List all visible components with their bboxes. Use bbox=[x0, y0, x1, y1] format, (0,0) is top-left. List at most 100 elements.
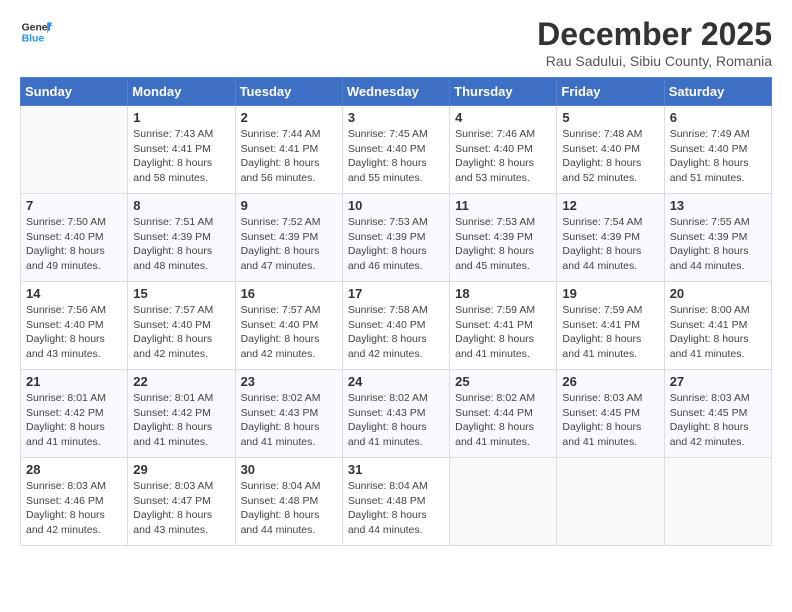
weekday-header: Monday bbox=[128, 78, 235, 106]
weekday-header: Tuesday bbox=[235, 78, 342, 106]
day-number: 23 bbox=[241, 374, 337, 389]
calendar-cell: 13 Sunrise: 7:55 AMSunset: 4:39 PMDayligh… bbox=[664, 194, 771, 282]
day-number: 5 bbox=[562, 110, 658, 125]
day-number: 10 bbox=[348, 198, 444, 213]
day-number: 11 bbox=[455, 198, 551, 213]
calendar-cell: 20Sunrise: 8:00 AMSunset: 4:41 PMDayligh… bbox=[664, 282, 771, 370]
calendar-cell: 5 Sunrise: 7:48 AMSunset: 4:40 PMDaylight… bbox=[557, 106, 664, 194]
day-number: 29 bbox=[133, 462, 229, 477]
logo: General Blue bbox=[20, 16, 52, 48]
day-info: Sunrise: 8:03 AMSunset: 4:45 PMDaylight:… bbox=[670, 391, 766, 450]
weekday-header: Saturday bbox=[664, 78, 771, 106]
day-number: 18 bbox=[455, 286, 551, 301]
day-info: Sunrise: 7:45 AMSunset: 4:40 PMDaylight:… bbox=[348, 127, 444, 186]
day-info: Sunrise: 7:49 AMSunset: 4:40 PMDaylight:… bbox=[670, 127, 766, 186]
calendar-cell: 7 Sunrise: 7:50 AMSunset: 4:40 PMDaylight… bbox=[21, 194, 128, 282]
day-number: 25 bbox=[455, 374, 551, 389]
calendar-cell: 1 Sunrise: 7:43 AMSunset: 4:41 PMDaylight… bbox=[128, 106, 235, 194]
title-block: December 2025 Rau Sadului, Sibiu County,… bbox=[537, 16, 772, 69]
day-info: Sunrise: 8:04 AMSunset: 4:48 PMDaylight:… bbox=[241, 479, 337, 538]
calendar-cell: 27 Sunrise: 8:03 AMSunset: 4:45 PMDayligh… bbox=[664, 370, 771, 458]
day-info: Sunrise: 7:46 AMSunset: 4:40 PMDaylight:… bbox=[455, 127, 551, 186]
day-info: Sunrise: 7:57 AMSunset: 4:40 PMDaylight:… bbox=[241, 303, 337, 362]
calendar-cell bbox=[450, 458, 557, 546]
day-number: 19 bbox=[562, 286, 658, 301]
logo-icon: General Blue bbox=[20, 16, 52, 48]
calendar-week-row: 7 Sunrise: 7:50 AMSunset: 4:40 PMDaylight… bbox=[21, 194, 772, 282]
day-number: 1 bbox=[133, 110, 229, 125]
day-info: Sunrise: 7:54 AMSunset: 4:39 PMDaylight:… bbox=[562, 215, 658, 274]
day-number: 27 bbox=[670, 374, 766, 389]
day-info: Sunrise: 7:55 AMSunset: 4:39 PMDaylight:… bbox=[670, 215, 766, 274]
day-number: 13 bbox=[670, 198, 766, 213]
calendar-cell bbox=[664, 458, 771, 546]
calendar-cell: 24 Sunrise: 8:02 AMSunset: 4:43 PMDayligh… bbox=[342, 370, 449, 458]
day-info: Sunrise: 8:01 AMSunset: 4:42 PMDaylight:… bbox=[133, 391, 229, 450]
day-info: Sunrise: 8:03 AMSunset: 4:47 PMDaylight:… bbox=[133, 479, 229, 538]
calendar-week-row: 21 Sunrise: 8:01 AMSunset: 4:42 PMDayligh… bbox=[21, 370, 772, 458]
day-info: Sunrise: 7:43 AMSunset: 4:41 PMDaylight:… bbox=[133, 127, 229, 186]
day-number: 17 bbox=[348, 286, 444, 301]
day-number: 4 bbox=[455, 110, 551, 125]
day-number: 2 bbox=[241, 110, 337, 125]
day-number: 15 bbox=[133, 286, 229, 301]
weekday-header-row: SundayMondayTuesdayWednesdayThursdayFrid… bbox=[21, 78, 772, 106]
day-number: 8 bbox=[133, 198, 229, 213]
day-number: 9 bbox=[241, 198, 337, 213]
calendar-cell: 25 Sunrise: 8:02 AMSunset: 4:44 PMDayligh… bbox=[450, 370, 557, 458]
day-info: Sunrise: 7:58 AMSunset: 4:40 PMDaylight:… bbox=[348, 303, 444, 362]
day-number: 16 bbox=[241, 286, 337, 301]
day-info: Sunrise: 7:57 AMSunset: 4:40 PMDaylight:… bbox=[133, 303, 229, 362]
weekday-header: Thursday bbox=[450, 78, 557, 106]
day-number: 28 bbox=[26, 462, 122, 477]
day-info: Sunrise: 8:02 AMSunset: 4:43 PMDaylight:… bbox=[241, 391, 337, 450]
calendar-week-row: 28 Sunrise: 8:03 AMSunset: 4:46 PMDayligh… bbox=[21, 458, 772, 546]
weekday-header: Friday bbox=[557, 78, 664, 106]
day-info: Sunrise: 7:56 AMSunset: 4:40 PMDaylight:… bbox=[26, 303, 122, 362]
calendar-cell: 23 Sunrise: 8:02 AMSunset: 4:43 PMDayligh… bbox=[235, 370, 342, 458]
month-title: December 2025 bbox=[537, 16, 772, 53]
calendar-cell: 15 Sunrise: 7:57 AMSunset: 4:40 PMDayligh… bbox=[128, 282, 235, 370]
calendar-cell: 9Sunrise: 7:52 AMSunset: 4:39 PMDaylight… bbox=[235, 194, 342, 282]
day-info: Sunrise: 7:48 AMSunset: 4:40 PMDaylight:… bbox=[562, 127, 658, 186]
calendar-cell: 6 Sunrise: 7:49 AMSunset: 4:40 PMDaylight… bbox=[664, 106, 771, 194]
day-number: 3 bbox=[348, 110, 444, 125]
calendar-cell: 18 Sunrise: 7:59 AMSunset: 4:41 PMDayligh… bbox=[450, 282, 557, 370]
day-number: 14 bbox=[26, 286, 122, 301]
day-info: Sunrise: 7:44 AMSunset: 4:41 PMDaylight:… bbox=[241, 127, 337, 186]
calendar-cell: 2 Sunrise: 7:44 AMSunset: 4:41 PMDaylight… bbox=[235, 106, 342, 194]
day-number: 21 bbox=[26, 374, 122, 389]
day-info: Sunrise: 7:53 AMSunset: 4:39 PMDaylight:… bbox=[455, 215, 551, 274]
day-number: 24 bbox=[348, 374, 444, 389]
day-info: Sunrise: 7:51 AMSunset: 4:39 PMDaylight:… bbox=[133, 215, 229, 274]
calendar-week-row: 14 Sunrise: 7:56 AMSunset: 4:40 PMDayligh… bbox=[21, 282, 772, 370]
calendar-cell bbox=[557, 458, 664, 546]
day-info: Sunrise: 8:02 AMSunset: 4:43 PMDaylight:… bbox=[348, 391, 444, 450]
calendar-cell: 31Sunrise: 8:04 AMSunset: 4:48 PMDayligh… bbox=[342, 458, 449, 546]
calendar-cell: 17 Sunrise: 7:58 AMSunset: 4:40 PMDayligh… bbox=[342, 282, 449, 370]
day-info: Sunrise: 7:50 AMSunset: 4:40 PMDaylight:… bbox=[26, 215, 122, 274]
day-number: 7 bbox=[26, 198, 122, 213]
calendar-cell: 28 Sunrise: 8:03 AMSunset: 4:46 PMDayligh… bbox=[21, 458, 128, 546]
day-info: Sunrise: 8:01 AMSunset: 4:42 PMDaylight:… bbox=[26, 391, 122, 450]
calendar-cell: 4 Sunrise: 7:46 AMSunset: 4:40 PMDaylight… bbox=[450, 106, 557, 194]
day-info: Sunrise: 7:59 AMSunset: 4:41 PMDaylight:… bbox=[455, 303, 551, 362]
weekday-header: Wednesday bbox=[342, 78, 449, 106]
calendar-cell: 11 Sunrise: 7:53 AMSunset: 4:39 PMDayligh… bbox=[450, 194, 557, 282]
svg-text:Blue: Blue bbox=[22, 34, 45, 45]
calendar-cell: 3 Sunrise: 7:45 AMSunset: 4:40 PMDaylight… bbox=[342, 106, 449, 194]
calendar-cell: 26Sunrise: 8:03 AMSunset: 4:45 PMDayligh… bbox=[557, 370, 664, 458]
day-number: 30 bbox=[241, 462, 337, 477]
calendar-cell: 10Sunrise: 7:53 AMSunset: 4:39 PMDayligh… bbox=[342, 194, 449, 282]
location: Rau Sadului, Sibiu County, Romania bbox=[537, 53, 772, 69]
day-info: Sunrise: 8:00 AMSunset: 4:41 PMDaylight:… bbox=[670, 303, 766, 362]
calendar-cell: 19Sunrise: 7:59 AMSunset: 4:41 PMDayligh… bbox=[557, 282, 664, 370]
day-info: Sunrise: 8:03 AMSunset: 4:46 PMDaylight:… bbox=[26, 479, 122, 538]
calendar-cell bbox=[21, 106, 128, 194]
calendar-cell: 29 Sunrise: 8:03 AMSunset: 4:47 PMDayligh… bbox=[128, 458, 235, 546]
calendar-cell: 14 Sunrise: 7:56 AMSunset: 4:40 PMDayligh… bbox=[21, 282, 128, 370]
day-number: 6 bbox=[670, 110, 766, 125]
day-number: 22 bbox=[133, 374, 229, 389]
day-info: Sunrise: 8:02 AMSunset: 4:44 PMDaylight:… bbox=[455, 391, 551, 450]
calendar-cell: 22 Sunrise: 8:01 AMSunset: 4:42 PMDayligh… bbox=[128, 370, 235, 458]
